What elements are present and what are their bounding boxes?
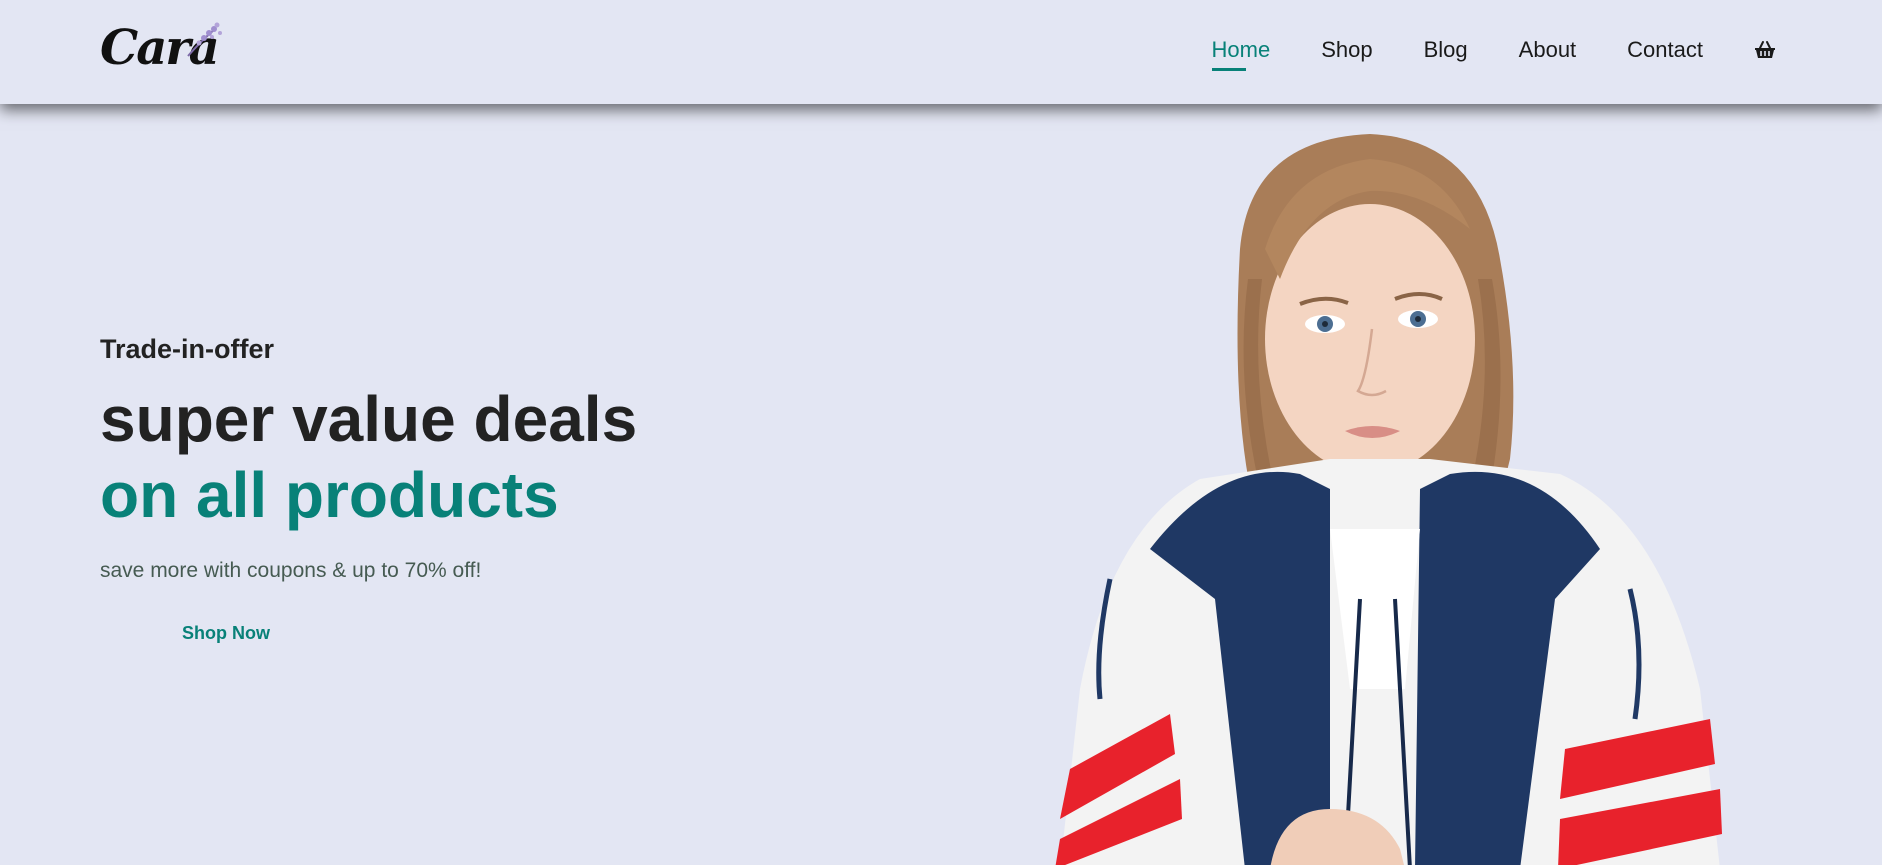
hero-eyebrow: Trade-in-offer bbox=[100, 334, 275, 364]
hero-subtext: save more with coupons & up to 70% off! bbox=[100, 559, 482, 582]
site-header: Cara Home Shop Blog About Contact bbox=[0, 0, 1882, 104]
nav-about[interactable]: About bbox=[1519, 35, 1577, 65]
nav-home[interactable]: Home bbox=[1211, 35, 1270, 71]
lavender-sprig-icon bbox=[187, 22, 222, 57]
hero-model-image bbox=[1055, 134, 1722, 865]
hero-text-block: Trade-in-offer super value deals on all … bbox=[100, 334, 637, 644]
brand-logo[interactable]: Cara bbox=[100, 18, 230, 78]
shopping-basket-icon[interactable] bbox=[1753, 38, 1777, 62]
shop-now-button[interactable]: Shop Now bbox=[182, 623, 270, 644]
hero-headline: super value deals bbox=[100, 383, 638, 455]
hero-headline-accent: on all products bbox=[100, 459, 559, 531]
main-nav: Home Shop Blog About Contact bbox=[1161, 0, 1777, 100]
hero-section: Trade-in-offer super value deals on all … bbox=[0, 104, 1882, 865]
nav-blog[interactable]: Blog bbox=[1424, 35, 1468, 65]
nav-shop[interactable]: Shop bbox=[1321, 35, 1372, 65]
nav-contact[interactable]: Contact bbox=[1627, 35, 1703, 65]
